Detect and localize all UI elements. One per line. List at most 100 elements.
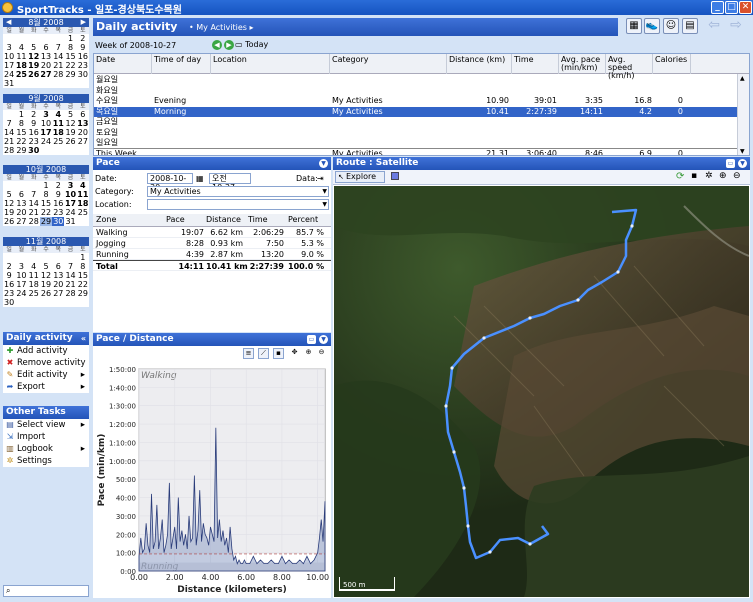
table-row[interactable]: Walking 19:07 6.62 km 2:06:29 85.7 %: [93, 227, 331, 238]
table-row[interactable]: Jogging 8:28 0.93 km 7:50 5.3 %: [93, 238, 331, 249]
calendar-day[interactable]: 19: [28, 61, 40, 70]
calendar-day[interactable]: 13: [52, 271, 64, 280]
time-field[interactable]: 오전 10:37: [209, 173, 251, 192]
task-import[interactable]: ⇲ Import: [3, 431, 89, 443]
table-row[interactable]: 일요일: [94, 138, 738, 149]
calendar-day[interactable]: 10: [40, 119, 52, 128]
column-header[interactable]: Avg. pace (min/km): [559, 54, 606, 74]
next-week-button[interactable]: ▶: [224, 40, 234, 50]
calendar-day[interactable]: 14: [52, 52, 64, 61]
column-header[interactable]: Time of day: [152, 54, 211, 74]
calendar-day[interactable]: 9: [77, 43, 89, 52]
collapse-icon[interactable]: «: [81, 332, 86, 345]
calendar-day[interactable]: 3: [40, 110, 52, 119]
calendar-day[interactable]: 24: [40, 137, 52, 146]
calendar-day[interactable]: 28: [3, 146, 15, 155]
calendar-day[interactable]: 29: [15, 146, 27, 155]
satellite-map[interactable]: 500 m: [334, 186, 749, 597]
task-edit-activity[interactable]: ✎ Edit activity ▸: [3, 369, 89, 381]
calendar-day[interactable]: 30: [3, 298, 15, 307]
calendar-day[interactable]: 8: [64, 43, 76, 52]
calendar-day[interactable]: 25: [77, 208, 89, 217]
calendar-day[interactable]: 4: [15, 43, 27, 52]
table-row[interactable]: 목요일 Morning My Activities 10.41 2:27:39 14:11…: [94, 106, 738, 117]
maximize-button[interactable]: □: [725, 1, 738, 14]
calendar-day[interactable]: 28: [64, 289, 76, 298]
calendar-day[interactable]: 1: [64, 34, 76, 43]
back-arrow-icon[interactable]: ⇦: [706, 18, 722, 34]
calendar-day[interactable]: 31: [64, 217, 76, 226]
calendar-day[interactable]: 20: [15, 208, 27, 217]
calendar-day[interactable]: 27: [15, 217, 27, 226]
calendar-day[interactable]: 25: [28, 289, 40, 298]
calendar-day[interactable]: 13: [40, 52, 52, 61]
calendar-day[interactable]: 18: [15, 61, 27, 70]
calendar-day[interactable]: 29: [77, 289, 89, 298]
calendar-day[interactable]: 2: [77, 34, 89, 43]
breadcrumb-category[interactable]: • My Activities ▸: [189, 23, 254, 32]
calendar-day[interactable]: 19: [3, 208, 15, 217]
calendar-day[interactable]: 30: [77, 70, 89, 79]
previous-week-button[interactable]: ◀: [212, 40, 222, 50]
calendar-day[interactable]: 15: [77, 271, 89, 280]
zone-total-row[interactable]: Total 14:11 10.41 km 2:27:39 100.0 %: [93, 260, 331, 271]
calendar-day[interactable]: 10: [64, 190, 76, 199]
calendar-day[interactable]: 17: [15, 280, 27, 289]
table-row[interactable]: 화요일: [94, 86, 738, 97]
calendar-day[interactable]: 21: [3, 137, 15, 146]
table-row[interactable]: Running 4:39 2.87 km 13:20 9.0 %: [93, 249, 331, 260]
calendar-day[interactable]: 13: [15, 199, 27, 208]
calendar-day[interactable]: 18: [52, 128, 64, 137]
map-zoom-out-icon[interactable]: ⊖: [733, 171, 741, 181]
calendar-day[interactable]: 21: [64, 280, 76, 289]
calendar-day[interactable]: 26: [64, 137, 76, 146]
calendar-day[interactable]: 8: [77, 262, 89, 271]
calendar-day[interactable]: 29: [39, 217, 53, 226]
table-row[interactable]: 월요일: [94, 75, 738, 86]
today-button[interactable]: ▭ Today: [235, 40, 268, 49]
calendar-day[interactable]: 7: [64, 262, 76, 271]
column-header[interactable]: Avg. speed (km/h): [606, 54, 653, 80]
calendar-day[interactable]: 27: [40, 70, 52, 79]
map-settings-icon[interactable]: ✲: [705, 171, 713, 181]
logbook-icon[interactable]: ▤: [682, 18, 698, 34]
close-button[interactable]: ✕: [739, 1, 752, 14]
minimize-button[interactable]: _: [711, 1, 724, 14]
location-select[interactable]: ▼: [147, 199, 329, 210]
scroll-down-icon[interactable]: ▼: [740, 148, 745, 155]
calendar-day[interactable]: 16: [52, 199, 64, 208]
task-add-activity[interactable]: ✚ Add activity: [3, 345, 89, 357]
chart-pan-icon[interactable]: ✥: [289, 348, 300, 359]
calendar-day[interactable]: 1: [40, 181, 52, 190]
calendar-day[interactable]: 12: [64, 119, 76, 128]
column-header[interactable]: Category: [330, 54, 447, 74]
calendar-day[interactable]: 26: [3, 217, 15, 226]
calendar-day[interactable]: 21: [28, 208, 40, 217]
calendar-day[interactable]: 3: [15, 262, 27, 271]
calendar-day[interactable]: 1: [77, 253, 89, 262]
calendar-day[interactable]: 23: [52, 208, 64, 217]
calendar-day[interactable]: 16: [28, 128, 40, 137]
calendar-day[interactable]: 27: [52, 289, 64, 298]
refresh-icon[interactable]: ⟳: [676, 171, 684, 182]
calendar-day[interactable]: 2: [28, 110, 40, 119]
calendar-day[interactable]: 14: [28, 199, 40, 208]
calendar-day[interactable]: 8: [15, 119, 27, 128]
category-select[interactable]: My Activities ▼: [147, 186, 329, 197]
calendar-day[interactable]: 2: [3, 262, 15, 271]
date-field[interactable]: 2008-10-30: [147, 173, 193, 192]
calendar-day[interactable]: 8: [40, 190, 52, 199]
calendar-day[interactable]: 7: [28, 190, 40, 199]
calendar-day[interactable]: 17: [40, 128, 52, 137]
calendar-day[interactable]: 4: [77, 181, 89, 190]
calendar-day[interactable]: 30: [52, 217, 65, 226]
calendar-day[interactable]: 26: [40, 289, 52, 298]
calendar-day[interactable]: 22: [15, 137, 27, 146]
calendar-day[interactable]: 11: [28, 271, 40, 280]
table-row[interactable]: 토요일: [94, 128, 738, 139]
column-header[interactable]: Pace: [166, 214, 185, 226]
calendar-day[interactable]: 23: [3, 289, 15, 298]
calendar-day[interactable]: 22: [64, 61, 76, 70]
calendar-day[interactable]: 13: [77, 119, 89, 128]
calendar-day[interactable]: 5: [28, 43, 40, 52]
